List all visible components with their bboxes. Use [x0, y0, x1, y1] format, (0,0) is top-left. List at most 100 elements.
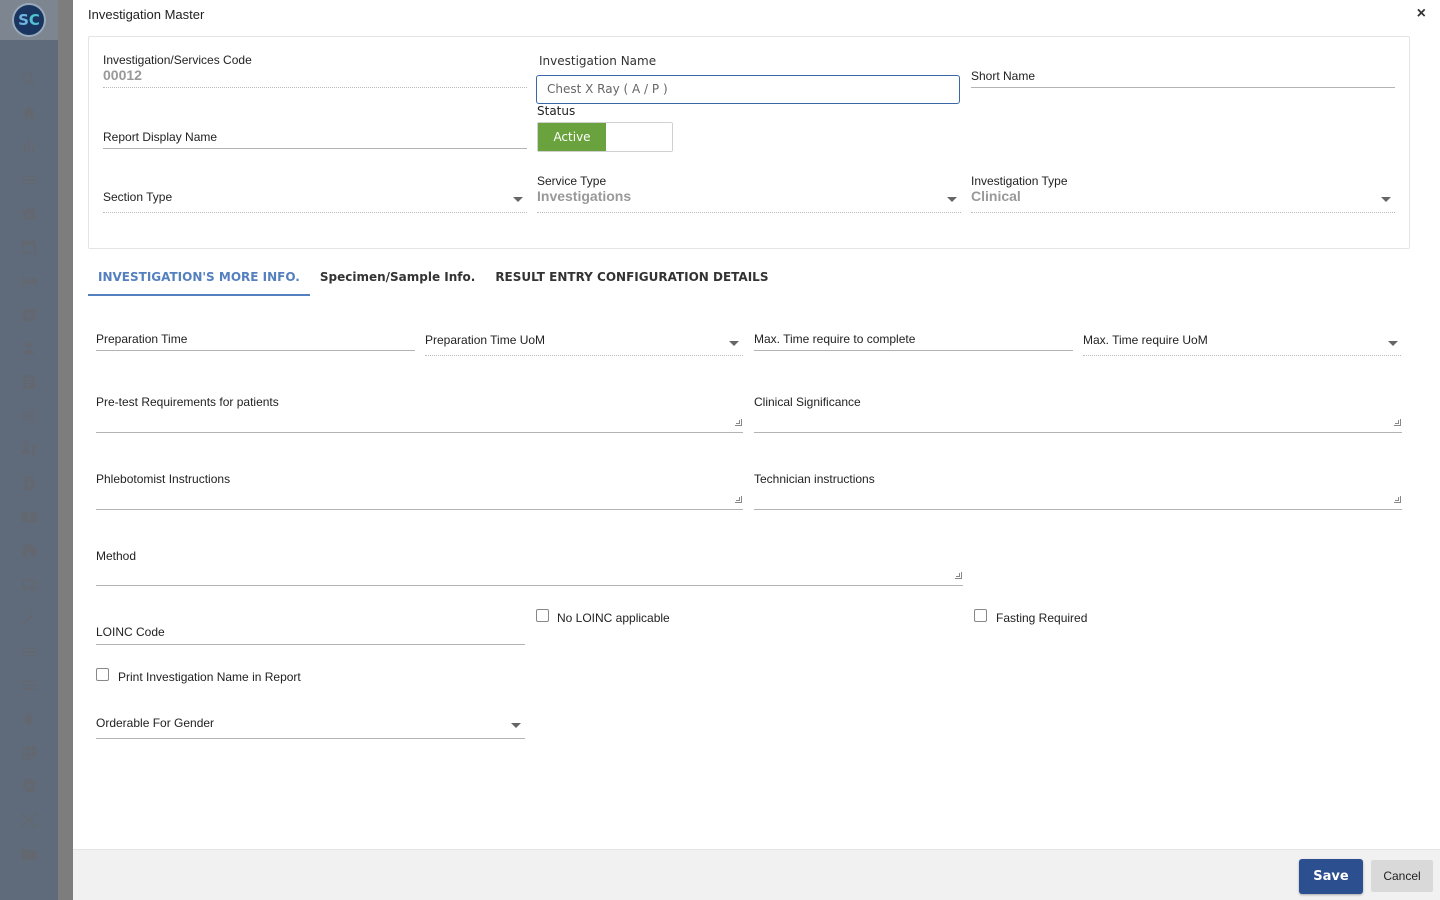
short-name-label: Short Name — [971, 69, 1036, 83]
status-inactive-option[interactable] — [606, 123, 672, 151]
prep-time-label: Preparation Time — [96, 332, 188, 346]
resize-handle-icon[interactable] — [735, 419, 742, 426]
drop-icon[interactable] — [0, 702, 58, 736]
fasting-label: Fasting Required — [996, 611, 1088, 625]
technician-label: Technician instructions — [754, 472, 875, 486]
max-time-uom-select[interactable] — [1083, 355, 1401, 356]
save-button[interactable]: Save — [1299, 859, 1363, 894]
prep-time-uom-label: Preparation Time UoM — [425, 333, 546, 347]
investigation-name-label: Investigation Name — [539, 54, 657, 68]
status-active-option[interactable]: Active — [538, 123, 606, 151]
loinc-input[interactable] — [96, 644, 525, 645]
clinical-significance-label: Clinical Significance — [754, 395, 861, 409]
status-label: Status — [537, 104, 576, 118]
chevron-down-icon[interactable] — [511, 723, 521, 728]
resize-handle-icon[interactable] — [955, 572, 962, 579]
resize-handle-icon[interactable] — [1394, 496, 1401, 503]
investigation-type-select[interactable] — [971, 212, 1395, 213]
gender-select[interactable] — [96, 738, 525, 739]
wrench-icon[interactable] — [0, 601, 58, 635]
tab-more-info[interactable]: INVESTIGATION'S MORE INFO. — [88, 262, 310, 296]
book-icon[interactable] — [0, 500, 58, 534]
max-time-label: Max. Time require to complete — [754, 332, 916, 346]
code-value: 00012 — [103, 67, 142, 83]
lab-icon[interactable] — [0, 433, 58, 467]
service-type-select[interactable] — [537, 212, 961, 213]
investigation-header-card: Investigation/Services Code 00012 Invest… — [88, 36, 1410, 249]
list-icon[interactable] — [0, 399, 58, 433]
tab-result-entry-config[interactable]: RESULT ENTRY CONFIGURATION DETAILS — [485, 262, 778, 296]
search-icon[interactable] — [0, 62, 58, 96]
prep-time-input[interactable] — [96, 350, 415, 351]
folder-icon[interactable] — [0, 837, 58, 871]
cancel-button[interactable]: Cancel — [1371, 860, 1433, 892]
max-time-input[interactable] — [754, 350, 1073, 351]
sidebar-icon-list — [0, 62, 58, 871]
loinc-label: LOINC Code — [96, 625, 165, 639]
print-name-label: Print Investigation Name in Report — [118, 670, 301, 684]
chevron-down-icon[interactable] — [513, 197, 523, 202]
prep-time-uom-select[interactable] — [425, 355, 743, 356]
investigation-type-label: Investigation Type — [971, 174, 1068, 188]
no-loinc-checkbox[interactable] — [536, 609, 549, 622]
menu-icon[interactable] — [0, 668, 58, 702]
logo-letter-s: S — [18, 11, 29, 29]
modal-footer: Save Cancel — [73, 849, 1440, 900]
resize-handle-icon[interactable] — [1394, 419, 1401, 426]
max-time-uom-label: Max. Time require UoM — [1083, 333, 1208, 347]
clinical-significance-textarea[interactable] — [754, 432, 1402, 433]
resize-handle-icon[interactable] — [735, 496, 742, 503]
service-type-label: Service Type — [537, 174, 607, 188]
chevron-down-icon[interactable] — [1388, 341, 1398, 346]
building-icon[interactable] — [0, 534, 58, 568]
add-box-icon[interactable] — [0, 736, 58, 770]
status-toggle[interactable]: Active — [537, 122, 673, 152]
tab-specimen-info[interactable]: Specimen/Sample Info. — [310, 262, 485, 296]
calendar-icon[interactable] — [0, 230, 58, 264]
medical-bag-icon[interactable] — [0, 197, 58, 231]
report-display-name-input[interactable] — [103, 148, 527, 149]
chevron-down-icon[interactable] — [1381, 197, 1391, 202]
bed-icon[interactable] — [0, 264, 58, 298]
method-label: Method — [96, 549, 137, 563]
detail-tabs: INVESTIGATION'S MORE INFO. Specimen/Samp… — [88, 262, 778, 296]
method-textarea[interactable] — [96, 585, 963, 586]
no-loinc-label: No LOINC applicable — [557, 611, 670, 625]
service-type-value: Investigations — [537, 188, 632, 204]
investigation-type-value: Clinical — [971, 188, 1021, 204]
logo-letter-c: C — [28, 11, 40, 29]
code-underline — [103, 87, 527, 88]
modal-title: Investigation Master — [88, 7, 205, 22]
menu-icon[interactable] — [0, 163, 58, 197]
fasting-checkbox[interactable] — [974, 609, 987, 622]
gender-label: Orderable For Gender — [96, 716, 215, 730]
document-icon[interactable] — [0, 365, 58, 399]
chevron-down-icon[interactable] — [947, 197, 957, 202]
pretest-label: Pre-test Requirements for patients — [96, 395, 279, 409]
devices-icon[interactable] — [0, 567, 58, 601]
plus-box-icon[interactable] — [0, 298, 58, 332]
investigation-name-input[interactable]: Chest X Ray ( A / P ) — [536, 75, 960, 104]
pretest-textarea[interactable] — [96, 432, 743, 433]
section-type-label: Section Type — [103, 190, 173, 204]
report-display-name-label: Report Display Name — [103, 130, 218, 144]
bar-chart-icon[interactable] — [0, 129, 58, 163]
home-icon[interactable] — [0, 96, 58, 130]
chevron-down-icon[interactable] — [729, 341, 739, 346]
menu-icon[interactable] — [0, 635, 58, 669]
section-type-select[interactable] — [103, 212, 527, 213]
print-name-checkbox[interactable] — [96, 668, 109, 681]
code-label: Investigation/Services Code — [103, 53, 252, 67]
network-icon[interactable] — [0, 803, 58, 837]
short-name-input[interactable] — [971, 87, 1395, 88]
phlebotomist-label: Phlebotomist Instructions — [96, 472, 231, 486]
person-icon[interactable] — [0, 332, 58, 366]
shield-icon[interactable] — [0, 769, 58, 803]
investigation-master-modal: Investigation Master × Investigation/Ser… — [73, 0, 1440, 900]
technician-textarea[interactable] — [754, 509, 1402, 510]
app-logo[interactable]: SC — [12, 3, 46, 37]
close-icon[interactable]: × — [1417, 5, 1426, 23]
sidebar: SC — [0, 0, 58, 900]
pharmacy-icon[interactable] — [0, 466, 58, 500]
phlebotomist-textarea[interactable] — [96, 509, 743, 510]
